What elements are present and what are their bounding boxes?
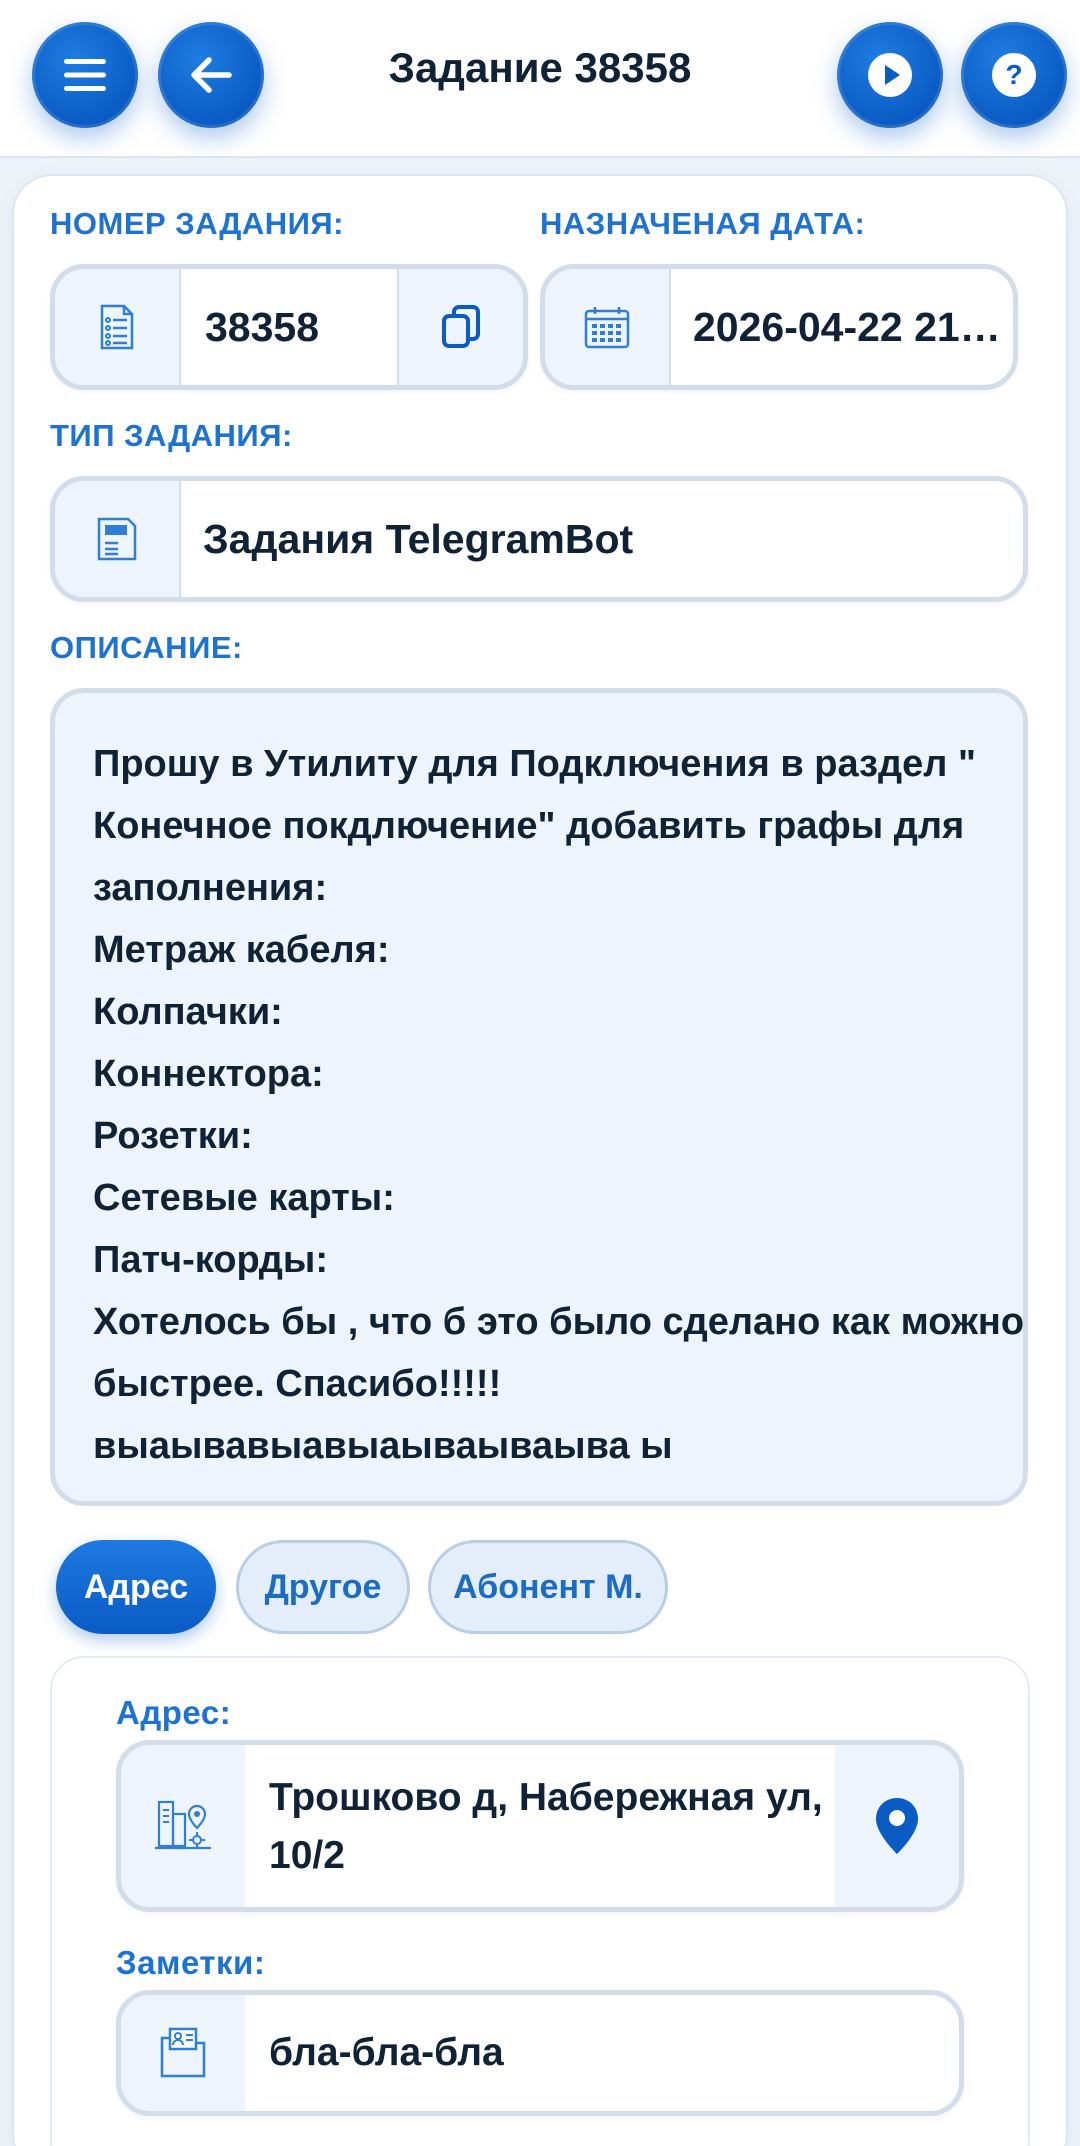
- calendar-icon: [584, 307, 630, 349]
- description-line: Патч-корды:: [93, 1239, 328, 1281]
- question-icon: ?: [992, 53, 1036, 97]
- task-type-value: Задания TelegramBot: [203, 515, 634, 562]
- assigned-date-field: 2026-04-22 21…: [540, 264, 1018, 390]
- description-line: Коннектора:: [93, 1053, 324, 1095]
- map-pin-button[interactable]: [835, 1745, 959, 1907]
- assigned-date-label: НАЗНАЧЕНАЯ ДАТА:: [540, 206, 866, 241]
- task-number-value: 38358: [205, 303, 320, 350]
- city-map-icon: [155, 1800, 211, 1850]
- description-line: быстрее. Спасибо!!!!!: [93, 1363, 502, 1405]
- task-number-label: НОМЕР ЗАДАНИЯ:: [50, 206, 344, 241]
- notes-value: бла-бла-бла: [269, 2031, 504, 2074]
- notes-label: Заметки:: [116, 1944, 266, 1981]
- task-type-label: ТИП ЗАДАНИЯ:: [50, 418, 293, 453]
- address-label: Адрес:: [116, 1694, 232, 1731]
- folder-user-icon: [160, 2027, 206, 2078]
- notes-field: бла-бла-бла: [116, 1990, 964, 2116]
- copy-button[interactable]: [397, 269, 523, 385]
- address-line-2: 10/2: [269, 1834, 345, 1877]
- page-title: Задание 38358: [388, 44, 692, 91]
- description-line: Сетевые карты:: [93, 1177, 395, 1219]
- description-line: Прошу в Утилиту для Подключения в раздел…: [93, 743, 976, 785]
- assigned-date-value: 2026-04-22 21…: [693, 303, 1001, 350]
- description-line: Колпачки:: [93, 991, 283, 1033]
- play-button[interactable]: [837, 22, 943, 128]
- arrow-left-icon: [191, 57, 232, 93]
- checklist-icon: [100, 304, 134, 350]
- play-icon: [868, 53, 912, 97]
- tab-address[interactable]: Адрес: [56, 1540, 216, 1634]
- address-line-1: Трошково д, Набережная ул,: [269, 1776, 823, 1819]
- app-header: Задание 38358 ?: [0, 0, 1080, 158]
- task-type-field: Задания TelegramBot: [50, 476, 1028, 602]
- address-value: Трошково д, Набережная ул, 10/2: [269, 1769, 823, 1885]
- description-line: Хотелось бы , что б это было сделано как…: [93, 1301, 1025, 1343]
- description-box: Прошу в Утилиту для Подключения в раздел…: [50, 688, 1028, 1506]
- description-label: ОПИСАНИЕ:: [50, 630, 243, 665]
- copy-icon: [442, 305, 480, 348]
- tab-subscriber[interactable]: Абонент М.: [428, 1540, 668, 1634]
- description-line: Конечное покдлючение" добавить графы для: [93, 805, 965, 847]
- description-line: выаывавыавыаываываыва ы: [93, 1425, 673, 1467]
- svg-text:?: ?: [1005, 59, 1022, 90]
- map-pin-icon: [876, 1798, 918, 1854]
- back-button[interactable]: [158, 22, 264, 128]
- tab-other[interactable]: Другое: [236, 1540, 410, 1634]
- menu-button[interactable]: [32, 22, 138, 128]
- description-line: заполнения:: [93, 867, 328, 909]
- help-button[interactable]: ?: [961, 22, 1067, 128]
- hamburger-icon: [64, 59, 106, 91]
- address-field: Трошково д, Набережная ул, 10/2: [116, 1740, 964, 1912]
- description-line: Розетки:: [93, 1115, 253, 1157]
- description-line: Метраж кабеля:: [93, 929, 390, 971]
- task-number-field: 38358: [50, 264, 528, 390]
- document-icon: [97, 517, 137, 561]
